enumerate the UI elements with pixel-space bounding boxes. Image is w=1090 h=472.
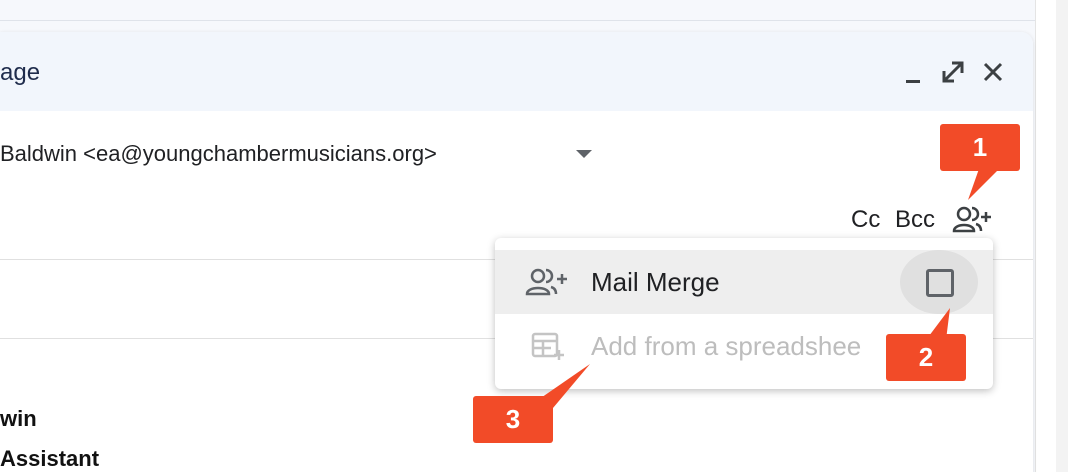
menu-item-mail-merge[interactable]: Mail Merge (495, 250, 993, 314)
signature-name: win (0, 406, 37, 431)
bcc-button[interactable]: Bcc (895, 206, 935, 234)
spreadsheet-add-icon (525, 330, 569, 362)
expand-icon[interactable] (938, 57, 968, 87)
compose-title: age (0, 59, 41, 86)
callout-badge-2: 2 (886, 334, 966, 381)
mail-merge-checkbox[interactable] (926, 269, 954, 297)
close-icon[interactable] (978, 57, 1008, 87)
mail-merge-icon (525, 266, 569, 298)
add-recipients-icon[interactable] (952, 204, 994, 234)
callout-badge-3: 3 (473, 396, 553, 443)
minimize-icon[interactable] (898, 59, 928, 89)
chevron-down-icon[interactable] (576, 150, 592, 158)
signature-title: Assistant (0, 446, 100, 471)
compose-header: age (0, 32, 1033, 111)
from-field[interactable]: Baldwin <ea@youngchambermusicians.org> (0, 141, 437, 167)
right-scroll-strip (1035, 0, 1090, 472)
menu-item-label: Add from a spreadshee (591, 331, 862, 361)
menu-item-label: Mail Merge (591, 267, 720, 297)
cc-button[interactable]: Cc (851, 206, 880, 234)
callout-badge-1: 1 (940, 124, 1020, 171)
